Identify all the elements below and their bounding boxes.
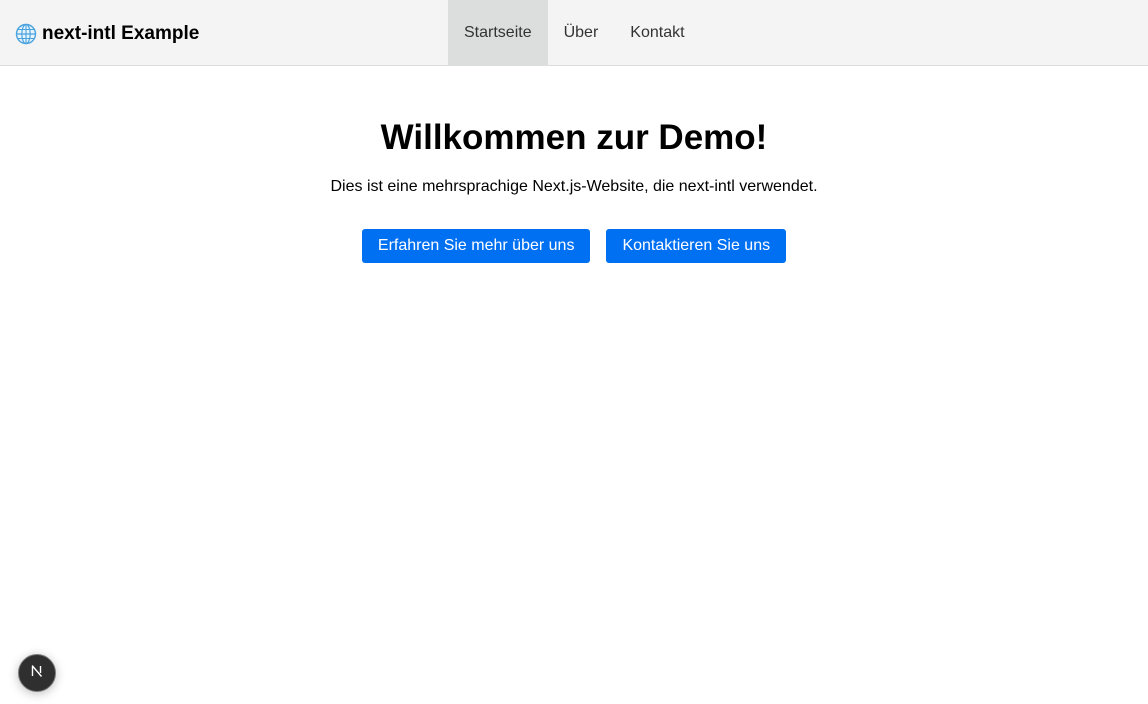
nextjs-dev-badge[interactable] — [18, 654, 56, 692]
contact-button[interactable]: Kontaktieren Sie uns — [606, 229, 787, 263]
top-navbar: next-intl Example Startseite Über Kontak… — [0, 0, 1148, 66]
nextjs-logo-icon — [29, 663, 45, 684]
brand[interactable]: next-intl Example — [15, 22, 199, 46]
nav-link-kontakt[interactable]: Kontakt — [614, 0, 700, 66]
main-nav: Startseite Über Kontakt — [448, 0, 701, 66]
brand-title: next-intl Example — [42, 23, 200, 44]
about-button[interactable]: Erfahren Sie mehr über uns — [361, 229, 591, 263]
cta-buttons: Erfahren Sie mehr über uns Kontaktieren … — [0, 229, 1148, 263]
nav-link-startseite[interactable]: Startseite — [448, 0, 548, 66]
nav-link-ueber[interactable]: Über — [548, 0, 615, 66]
page-subtitle: Dies ist eine mehrsprachige Next.js-Webs… — [330, 178, 818, 195]
page-title: Willkommen zur Demo! — [380, 118, 768, 157]
globe-icon — [15, 23, 37, 45]
